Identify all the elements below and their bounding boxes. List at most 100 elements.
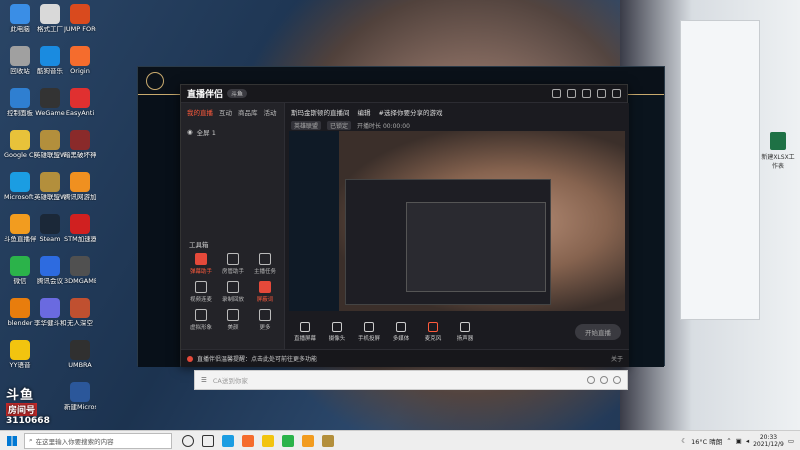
desktop-icon[interactable]: WeGame xyxy=(34,88,66,117)
clock[interactable]: 20:33 2021/12/9 xyxy=(753,434,784,448)
lock-chip[interactable]: 已锁定 xyxy=(327,121,352,130)
desktop-icon[interactable]: 格式工厂 xyxy=(34,4,66,33)
room-watermark: 斗鱼 房间号 3110668 xyxy=(6,384,66,426)
maximize-icon[interactable] xyxy=(597,89,606,98)
tab-activity[interactable]: 活动 xyxy=(264,107,277,117)
desktop-icon[interactable]: 酷狗音乐 xyxy=(34,46,66,75)
desktop-icon[interactable]: blender xyxy=(4,298,36,327)
system-tray: ☾ 16°C 晴朗 ⌃ ▣ ◂ 20:33 2021/12/9 ▭ xyxy=(681,434,800,448)
streaming-app-window[interactable]: 直播伴侣 斗鱼 我的直播 互动 商品库 活动 ◉ 全屏 1 工具箱 弹幕助手 房管… xyxy=(180,84,629,367)
lol-logo-icon xyxy=(146,71,164,90)
taskbar-search[interactable]: ⌕ 在这里输入你要搜索的内容 xyxy=(24,432,172,449)
source-icon xyxy=(460,322,470,332)
tray-arrow-icon[interactable]: ⌃ xyxy=(726,437,731,445)
preview-nested-window xyxy=(345,179,551,305)
tab-live[interactable]: 我的直播 xyxy=(187,107,213,117)
desktop-icon[interactable]: 此电脑 xyxy=(4,4,36,33)
emoji-icon[interactable] xyxy=(600,376,608,384)
volume-icon[interactable]: ◂ xyxy=(746,437,749,445)
desktop-icon[interactable]: 英雄联盟WeGame版 xyxy=(34,172,66,201)
about-link[interactable]: 关于 xyxy=(611,354,623,363)
minimize-icon[interactable] xyxy=(582,89,591,98)
settings-icon[interactable] xyxy=(552,89,561,98)
gear-icon[interactable] xyxy=(613,376,621,384)
message-icon[interactable] xyxy=(567,89,576,98)
tool-item[interactable]: 视频连麦 xyxy=(185,281,217,303)
cortana-icon[interactable] xyxy=(182,434,194,447)
desktop-icon[interactable]: 微信 xyxy=(4,256,36,285)
douyu-taskbar-icon[interactable] xyxy=(302,434,314,447)
category-chip[interactable]: 英雄联盟 xyxy=(291,121,322,130)
desktop-icon[interactable]: 无人深空 xyxy=(64,298,96,327)
chat-input[interactable]: CA送到你家 xyxy=(213,375,248,385)
desktop-icon[interactable]: 斗鱼直播伴侣 xyxy=(4,214,36,243)
desktop-icons: 此电脑回收站控制面板 Google Chrome Microsoft Edge 斗鱼直… xyxy=(0,0,100,430)
start-button[interactable] xyxy=(0,431,24,450)
live-duration: 开播时长 00:00:00 xyxy=(357,123,410,130)
desktop-icon[interactable]: 英雄联盟WeGame版 xyxy=(34,130,66,159)
tool-item[interactable]: 美颜 xyxy=(217,309,249,331)
source-button[interactable]: 麦克风 xyxy=(421,322,445,342)
tool-item[interactable]: 弹幕助手 xyxy=(185,253,217,275)
lol-taskbar-icon[interactable] xyxy=(322,434,334,447)
wechat-taskbar-icon[interactable] xyxy=(282,434,294,447)
desktop-icon[interactable]: 李华健斗和迷途工程 xyxy=(34,298,66,327)
desktop-icon[interactable]: 暗黑破坏神 xyxy=(64,130,96,159)
tab-products[interactable]: 商品库 xyxy=(238,107,258,117)
start-live-button[interactable]: 开始直播 xyxy=(575,324,621,340)
desktop-icon[interactable]: 新建Microsoft xyxy=(64,382,96,411)
video-icon[interactable] xyxy=(587,376,595,384)
notification-icon[interactable]: ▭ xyxy=(788,437,794,445)
desktop-icon[interactable]: 腾讯网游加速器 xyxy=(64,172,96,201)
app-icon xyxy=(10,130,30,150)
room-edit-tag[interactable]: 编辑 xyxy=(358,107,371,117)
clock-date: 2021/12/9 xyxy=(753,440,784,448)
sidebar-tabs: 我的直播 互动 商品库 活动 xyxy=(181,103,284,121)
stream-preview[interactable] xyxy=(289,131,625,311)
source-button[interactable]: 多媒体 xyxy=(389,322,413,342)
desktop-icon-label: 酷狗音乐 xyxy=(37,68,63,75)
eye-icon[interactable]: ◉ xyxy=(187,128,193,136)
scene-item[interactable]: ◉ 全屏 1 xyxy=(181,121,284,143)
tool-item[interactable]: 屏蔽词 xyxy=(249,281,281,303)
tool-label: 主播任务 xyxy=(253,269,276,275)
edge-taskbar-icon[interactable] xyxy=(222,434,234,447)
menu-icon[interactable]: ☰ xyxy=(201,376,207,384)
desktop-icon[interactable]: Microsoft Edge xyxy=(4,172,36,201)
desktop-icon[interactable]: JUMP FORCE xyxy=(64,4,96,33)
excel-file-icon[interactable]: 新建XLSX工作表 xyxy=(760,132,796,170)
lol-left-panel xyxy=(138,95,180,367)
desktop-icon[interactable]: Origin xyxy=(64,46,96,75)
room-category[interactable]: #选择你要分享的游戏 xyxy=(379,107,443,117)
source-button[interactable]: 手机投屏 xyxy=(357,322,381,342)
source-bar: 直播屏幕 摄像头 手机投屏 多媒体 麦克风 扬声器 开始直播 xyxy=(285,315,629,349)
desktop-icon[interactable]: STM加速器 xyxy=(64,214,96,243)
desktop-icon[interactable]: Steam xyxy=(34,214,66,243)
source-button[interactable]: 直播屏幕 xyxy=(293,322,317,342)
desktop-icon[interactable]: Google Chrome xyxy=(4,130,36,159)
desktop-icon[interactable]: 3DMGAME xyxy=(64,256,96,285)
tool-item[interactable]: 更多 xyxy=(249,309,281,331)
source-button[interactable]: 摄像头 xyxy=(325,322,349,342)
tool-item[interactable]: 房管助手 xyxy=(217,253,249,275)
tool-item[interactable]: 主播任务 xyxy=(249,253,281,275)
desktop-icon[interactable]: EasyAnti xyxy=(64,88,96,117)
source-icon xyxy=(396,322,406,332)
close-icon[interactable] xyxy=(612,89,621,98)
desktop-icon[interactable]: 腾讯会议 xyxy=(34,256,66,285)
source-button[interactable]: 扬声器 xyxy=(453,322,477,342)
network-icon[interactable]: ▣ xyxy=(736,437,742,445)
desktop-icon[interactable]: UMBRA xyxy=(64,340,96,369)
weather-text[interactable]: 16°C 晴朗 xyxy=(691,436,722,446)
tool-item[interactable]: 虚拟形象 xyxy=(185,309,217,331)
status-text[interactable]: 直播伴侣温馨提醒：点击此处可前往更多功能 xyxy=(197,354,317,363)
tab-interact[interactable]: 互动 xyxy=(219,107,232,117)
desktop-icon[interactable]: YY语音 xyxy=(4,340,36,369)
firefox-taskbar-icon[interactable] xyxy=(242,434,254,447)
desktop-icon[interactable]: 回收站 xyxy=(4,46,36,75)
desktop-icon[interactable]: 控制面板 xyxy=(4,88,36,117)
task-view-icon[interactable] xyxy=(202,434,214,447)
app-icon xyxy=(40,88,60,108)
tool-item[interactable]: 录制回放 xyxy=(217,281,249,303)
explorer-taskbar-icon[interactable] xyxy=(262,434,274,447)
